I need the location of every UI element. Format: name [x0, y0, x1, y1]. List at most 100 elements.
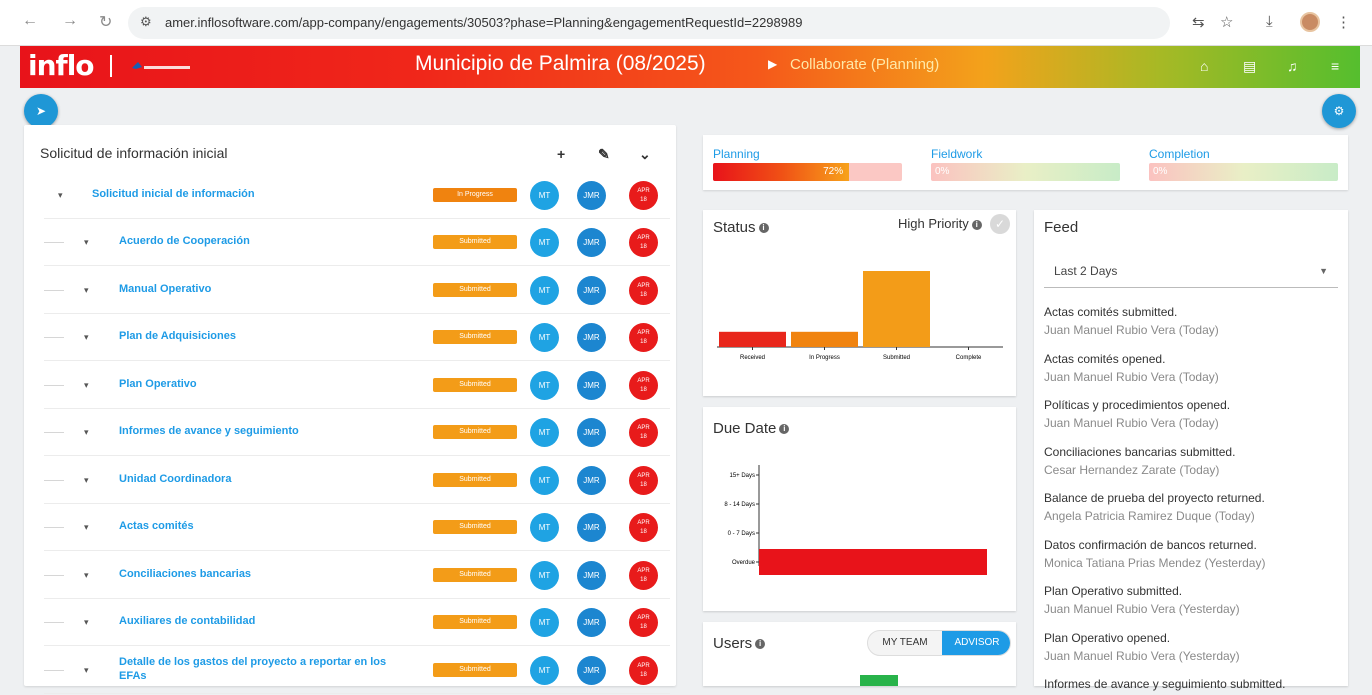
bookmark-star-icon[interactable]: ☆	[1220, 13, 1233, 31]
back-icon[interactable]: ←	[22, 12, 38, 30]
due-date-badge[interactable]: APR 18	[629, 181, 658, 210]
collapse-caret-icon[interactable]: ▾	[58, 190, 63, 201]
assignee-avatar-mt[interactable]: MT	[530, 465, 559, 495]
info-icon[interactable]: i	[755, 639, 766, 650]
assignee-avatar-mt[interactable]: MT	[530, 655, 559, 685]
bell-icon[interactable]: ♫	[1287, 58, 1298, 74]
table-row[interactable]: ▾ Actas comités Submitted MT JMR APR 18	[44, 504, 670, 551]
profile-avatar[interactable]	[1300, 12, 1320, 32]
add-icon[interactable]: +	[557, 146, 565, 162]
status-bar[interactable]	[719, 331, 786, 347]
row-label[interactable]: Plan de Adquisiciones	[119, 329, 236, 343]
feed-item[interactable]: Conciliaciones bancarias submitted. Cesar…	[1044, 445, 1344, 477]
feed-item[interactable]: Datos confirmación de bancos returned. Mo…	[1044, 538, 1344, 570]
due-date-badge[interactable]: APR 18	[629, 560, 658, 590]
assignee-avatar-jmr[interactable]: JMR	[577, 513, 606, 542]
assignee-avatar-jmr[interactable]: JMR	[577, 655, 606, 685]
due-date-badge[interactable]: APR 18	[629, 370, 658, 400]
due-date-badge[interactable]: APR 18	[629, 465, 658, 495]
feed-item[interactable]: Informes de avance y seguimiento submitt…	[1044, 677, 1344, 695]
home-icon[interactable]: ⌂	[1200, 58, 1208, 74]
assignee-avatar-jmr[interactable]: JMR	[577, 370, 606, 400]
assignee-avatar-mt[interactable]: MT	[530, 560, 559, 590]
assignee-avatar-mt[interactable]: MT	[530, 181, 559, 210]
collapse-caret-icon[interactable]: ▾	[84, 237, 89, 248]
reload-icon[interactable]: ↻	[99, 12, 112, 32]
url-text[interactable]: amer.inflosoftware.com/app-company/engag…	[165, 15, 802, 30]
settings-fab-icon[interactable]: ⚙	[1322, 94, 1356, 128]
collapse-caret-icon[interactable]: ▾	[84, 522, 89, 533]
collapse-caret-icon[interactable]: ▾	[84, 427, 89, 438]
due-date-badge[interactable]: APR 18	[629, 275, 658, 305]
assignee-avatar-mt[interactable]: MT	[530, 513, 559, 542]
due-date-badge[interactable]: APR 18	[629, 228, 658, 257]
status-bar[interactable]	[791, 331, 858, 347]
collapse-caret-icon[interactable]: ▾	[84, 285, 89, 296]
row-label[interactable]: Informes de avance y seguimiento	[119, 424, 299, 438]
assignee-avatar-jmr[interactable]: JMR	[577, 418, 606, 447]
collapse-caret-icon[interactable]: ▾	[84, 332, 89, 343]
due-date-badge[interactable]: APR 18	[629, 513, 658, 542]
due-date-badge[interactable]: APR 18	[629, 655, 658, 685]
assignee-avatar-mt[interactable]: MT	[530, 608, 559, 637]
collapse-chevron-icon[interactable]: ⌄	[639, 146, 651, 163]
table-row[interactable]: ▾ Detalle de los gastos del proyecto a re…	[44, 647, 670, 694]
collapse-caret-icon[interactable]: ▾	[84, 617, 89, 628]
advisor-toggle[interactable]: ADVISOR	[942, 631, 1010, 655]
my-team-toggle[interactable]: MY TEAM	[868, 631, 942, 655]
assignee-avatar-mt[interactable]: MT	[530, 323, 559, 352]
row-label[interactable]: Actas comités	[119, 519, 194, 533]
breadcrumb-phase[interactable]: Collaborate (Planning)	[790, 56, 939, 73]
info-icon[interactable]: i	[971, 219, 982, 230]
phase-label-planning[interactable]: Planning	[713, 147, 760, 161]
due-date-badge[interactable]: APR 18	[629, 418, 658, 447]
assignee-avatar-jmr[interactable]: JMR	[577, 181, 606, 210]
table-row[interactable]: ▾ Unidad Coordinadora Submitted MT JMR APR 18	[44, 457, 670, 504]
notes-icon[interactable]: ▤	[1243, 58, 1256, 75]
row-label[interactable]: Solicitud inicial de información	[92, 187, 255, 201]
forward-icon[interactable]: →	[62, 12, 78, 30]
phase-progress-bar[interactable]: 0%	[1149, 163, 1338, 181]
phase-progress-bar[interactable]: 0%	[931, 163, 1120, 181]
due-date-bar[interactable]	[759, 549, 987, 575]
translate-icon[interactable]: ⇆	[1192, 13, 1205, 31]
feed-filter-select[interactable]: Last 2 Days ▼	[1044, 256, 1338, 288]
assignee-avatar-jmr[interactable]: JMR	[577, 608, 606, 637]
phase-label-fieldwork[interactable]: Fieldwork	[931, 147, 982, 161]
table-row[interactable]: ▾ Auxiliares de contabilidad Submitted MT JM…	[44, 599, 670, 646]
table-row[interactable]: ▾ Manual Operativo Submitted MT JMR APR 18	[44, 267, 670, 314]
assignee-avatar-jmr[interactable]: JMR	[577, 275, 606, 305]
site-settings-icon[interactable]: ⚙	[140, 14, 152, 30]
row-label[interactable]: Conciliaciones bancarias	[119, 567, 251, 581]
feed-item[interactable]: Plan Operativo submitted. Juan Manuel Rub…	[1044, 584, 1344, 616]
row-label[interactable]: Acuerdo de Cooperación	[119, 234, 250, 248]
row-label[interactable]: Detalle de los gastos del proyecto a rep…	[119, 655, 409, 683]
assignee-avatar-jmr[interactable]: JMR	[577, 228, 606, 257]
download-icon[interactable]: ⤓	[1266, 13, 1273, 30]
inflo-logo[interactable]: inflo	[28, 49, 95, 82]
feed-filter-value[interactable]: Last 2 Days	[1054, 264, 1117, 278]
table-row[interactable]: ▾ Informes de avance y seguimiento Submitt…	[44, 409, 670, 456]
row-label[interactable]: Plan Operativo	[119, 377, 197, 391]
row-label[interactable]: Manual Operativo	[119, 282, 211, 296]
table-row[interactable]: ▾ Plan de Adquisiciones Submitted MT JMR APR 1…	[44, 314, 670, 361]
row-label[interactable]: Auxiliares de contabilidad	[119, 614, 255, 628]
team-toggle[interactable]: MY TEAM ADVISOR	[867, 630, 1011, 656]
feed-item[interactable]: Políticas y procedimientos opened. Juan M…	[1044, 398, 1344, 430]
assignee-avatar-jmr[interactable]: JMR	[577, 465, 606, 495]
assignee-avatar-jmr[interactable]: JMR	[577, 323, 606, 352]
assignee-avatar-mt[interactable]: MT	[530, 370, 559, 400]
assignee-avatar-jmr[interactable]: JMR	[577, 560, 606, 590]
collapse-caret-icon[interactable]: ▾	[84, 570, 89, 581]
feed-item[interactable]: Actas comités opened. Juan Manuel Rubio V…	[1044, 352, 1344, 384]
feed-item[interactable]: Plan Operativo opened. Juan Manuel Rubio …	[1044, 631, 1344, 663]
due-date-badge[interactable]: APR 18	[629, 323, 658, 352]
table-row[interactable]: ▾ Solicitud inicial de información In Pr…	[44, 172, 670, 219]
info-icon[interactable]: i	[779, 424, 790, 435]
assignee-avatar-mt[interactable]: MT	[530, 418, 559, 447]
row-label[interactable]: Unidad Coordinadora	[119, 472, 231, 486]
assignee-avatar-mt[interactable]: MT	[530, 275, 559, 305]
hamburger-menu-icon[interactable]: ≡	[1331, 58, 1339, 74]
table-row[interactable]: ▾ Acuerdo de Cooperación Submitted MT JMR APR…	[44, 219, 670, 266]
collapse-caret-icon[interactable]: ▾	[84, 475, 89, 486]
